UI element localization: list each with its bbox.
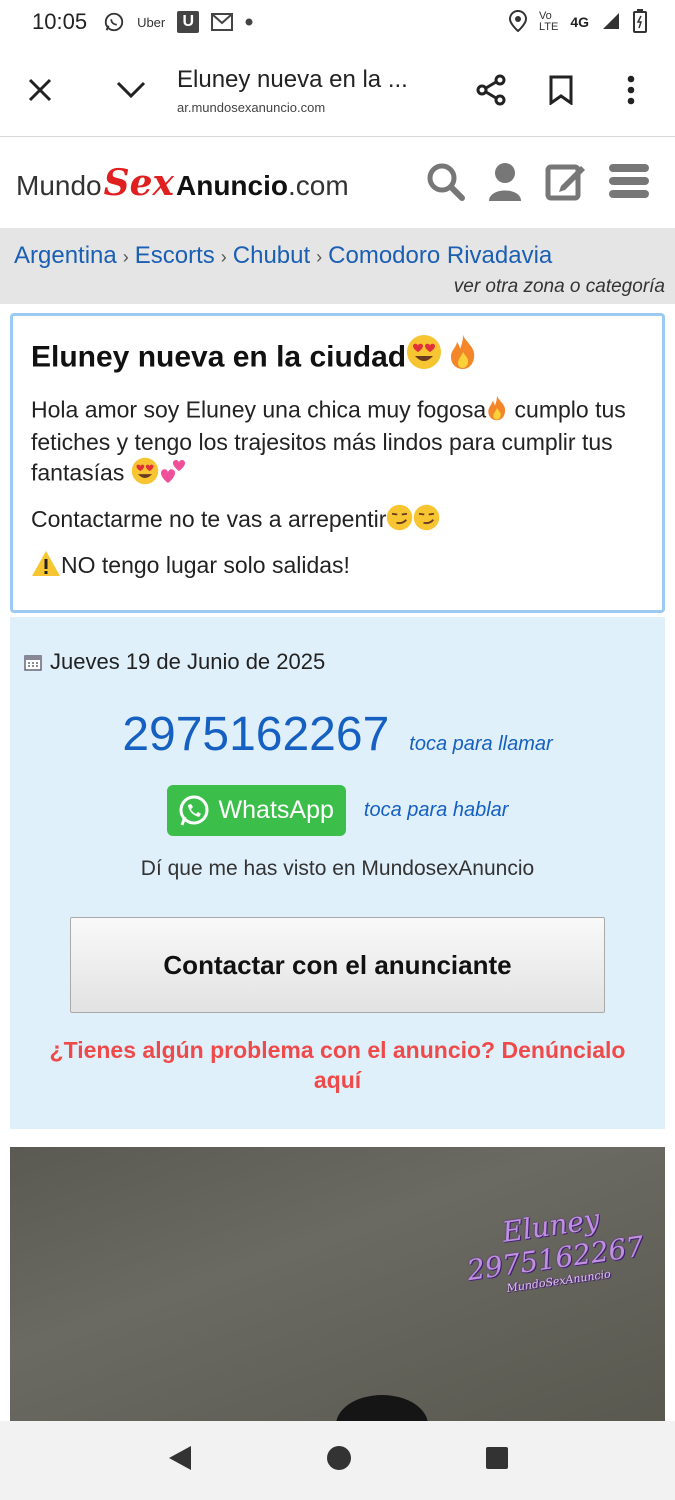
contact-section: Jueves 19 de Junio de 2025 2975162267 to…	[10, 617, 665, 1129]
post-ad-button[interactable]	[545, 161, 587, 206]
status-right-icons: Vo LTE 4G	[508, 8, 647, 36]
u-notification-label: U	[177, 11, 200, 33]
phone-row: 2975162267 toca para llamar	[10, 707, 665, 762]
home-button[interactable]	[326, 1445, 352, 1476]
menu-button[interactable]	[609, 163, 649, 204]
logo-sex: Sex	[103, 162, 174, 204]
ad-photo[interactable]: Eluney 2975162267 MundoSexAnuncio	[10, 1147, 665, 1421]
header-icons	[425, 161, 675, 206]
browser-toolbar: Eluney nueva en la ... ar.mundosexanunci…	[0, 44, 675, 137]
uber-notification-icon: Uber	[137, 14, 166, 30]
photo-subject	[336, 1395, 428, 1421]
bookmark-button[interactable]	[533, 62, 589, 118]
collapse-toolbar-button[interactable]	[103, 62, 159, 118]
ad-paragraph-2-text: Contactarme no te vas a arrepentir	[31, 506, 387, 533]
ad-paragraph-1-text: Hola amor soy Eluney una chica muy fogos…	[31, 396, 487, 423]
bookmark-icon	[549, 75, 573, 105]
close-icon	[28, 78, 52, 102]
heart-eyes-emoji-icon	[406, 334, 442, 383]
smirk-emoji-icon	[386, 504, 413, 538]
whatsapp-button-label: WhatsApp	[218, 796, 334, 824]
u-notification-icon: U	[177, 11, 200, 33]
user-button[interactable]	[487, 161, 523, 206]
page-title-area[interactable]: Eluney nueva en la ... ar.mundosexanunci…	[177, 66, 437, 115]
breadcrumb-comodoro-rivadavia[interactable]: Comodoro Rivadavia	[328, 242, 552, 269]
ad-paragraph-3: NO tengo lugar solo salidas!	[31, 550, 644, 584]
user-icon	[489, 162, 521, 201]
smirk-emoji-icon	[413, 504, 440, 538]
breadcrumb-separator: ›	[122, 247, 129, 267]
whatsapp-icon	[179, 795, 209, 826]
ad-title: Eluney nueva en la ciudad	[31, 334, 644, 383]
ad-date: Jueves 19 de Junio de 2025	[24, 649, 325, 675]
share-button[interactable]	[463, 62, 519, 118]
status-bar: 10:05 Uber U Vo LTE 4G	[0, 0, 675, 44]
whatsapp-button[interactable]: WhatsApp	[166, 785, 346, 836]
photo-watermark: Eluney 2975162267 MundoSexAnuncio	[460, 1197, 647, 1300]
other-zone-link[interactable]: ver otra zona o categoría	[454, 276, 665, 298]
breadcrumb-chubut[interactable]: Chubut	[233, 242, 310, 269]
location-icon	[508, 9, 527, 35]
share-icon	[476, 74, 506, 106]
report-ad-link[interactable]: ¿Tienes algún problema con el anuncio? D…	[30, 1035, 645, 1095]
fire-emoji-icon	[486, 395, 508, 428]
calendar-icon	[24, 655, 42, 671]
logo-mundo: Mundo	[16, 170, 102, 201]
breadcrumb-separator: ›	[316, 247, 323, 267]
browser-url: ar.mundosexanuncio.com	[177, 99, 326, 115]
status-time: 10:05	[32, 9, 88, 34]
signal-icon	[601, 11, 621, 34]
edit-icon	[545, 164, 585, 200]
breadcrumb: Argentina › Escorts › Chubut › Comodoro Rivada…	[0, 228, 675, 304]
ad-paragraph-3-text: NO tengo lugar solo salidas!	[61, 552, 350, 579]
battery-icon	[633, 8, 647, 36]
ad-date-text: Jueves 19 de Junio de 2025	[50, 649, 326, 674]
close-tab-button[interactable]	[12, 62, 68, 118]
home-circle-icon	[326, 1446, 351, 1470]
recents-button[interactable]	[485, 1446, 509, 1475]
browser-page-title: Eluney nueva en la ...	[177, 65, 408, 93]
two-hearts-emoji-icon	[159, 457, 187, 492]
chat-hint[interactable]: toca para hablar	[364, 799, 509, 822]
gmail-notification-icon	[211, 13, 234, 31]
breadcrumb-argentina[interactable]: Argentina	[14, 242, 117, 269]
site-header: Mundo Sex Anuncio .com	[0, 138, 675, 228]
volte-icon: Vo LTE	[539, 11, 558, 33]
warning-emoji-icon	[31, 550, 61, 584]
ad-title-text: Eluney nueva en la ciudad	[31, 340, 407, 374]
logo-anuncio: Anuncio	[176, 170, 288, 201]
lte-label: LTE	[538, 21, 559, 33]
seen-on-notice: Dí que me has visto en MundosexAnuncio	[140, 857, 535, 880]
phone-number-link[interactable]: 2975162267	[122, 707, 389, 762]
ad-description-card: Eluney nueva en la ciudad Hola amor soy …	[10, 313, 665, 613]
ad-paragraph-2: Contactarme no te vas a arrepentir	[31, 504, 644, 538]
chevron-down-icon	[116, 81, 146, 99]
whatsapp-notification-icon	[103, 11, 125, 33]
search-button[interactable]	[425, 161, 465, 206]
heart-eyes-emoji-icon	[131, 457, 159, 492]
call-hint[interactable]: toca para llamar	[409, 733, 552, 756]
fire-emoji-icon	[448, 334, 478, 383]
ad-paragraph-1: Hola amor soy Eluney una chica muy fogos…	[31, 395, 644, 492]
back-triangle-icon	[168, 1446, 191, 1470]
more-options-button[interactable]	[603, 62, 659, 118]
breadcrumb-separator: ›	[220, 247, 227, 267]
site-logo[interactable]: Mundo Sex Anuncio .com	[16, 162, 349, 204]
contact-advertiser-button[interactable]: Contactar con el anunciante	[70, 917, 605, 1013]
more-icon	[627, 75, 635, 105]
logo-com: .com	[288, 170, 349, 201]
search-icon	[427, 163, 465, 201]
more-notifications-dot-icon	[245, 18, 253, 26]
breadcrumb-escorts[interactable]: Escorts	[135, 242, 215, 269]
recents-square-icon	[485, 1447, 508, 1469]
network-type: 4G	[570, 14, 589, 30]
android-nav-bar	[0, 1421, 675, 1500]
back-button[interactable]	[167, 1444, 193, 1477]
menu-icon	[609, 163, 649, 198]
whatsapp-row: WhatsApp toca para hablar	[10, 785, 665, 836]
